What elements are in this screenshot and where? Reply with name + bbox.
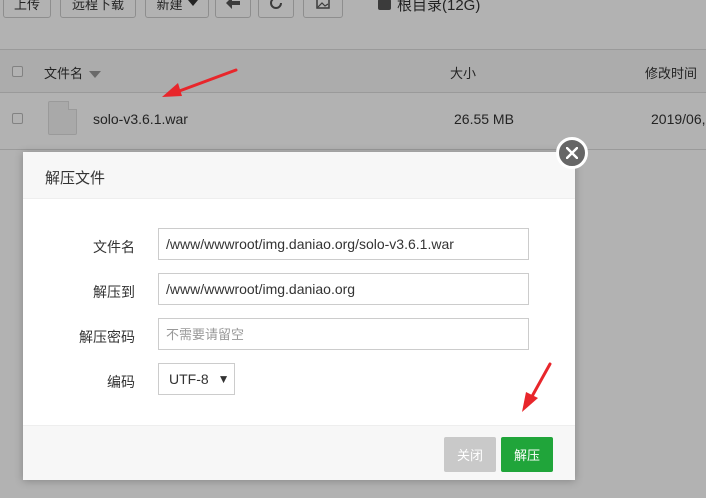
dialog-close-button[interactable] — [556, 137, 588, 169]
extract-button[interactable]: 解压 — [501, 437, 553, 472]
encoding-value: UTF-8 — [169, 371, 209, 387]
encoding-label: 编码 — [107, 374, 135, 390]
extract-dialog: 解压文件 文件名 解压到 解压密码 编码 UTF-8 ▼ 关闭 解压 — [23, 152, 575, 480]
password-label: 解压密码 — [79, 329, 135, 345]
extract-to-input[interactable] — [158, 273, 529, 305]
close-icon — [566, 147, 578, 159]
encoding-select[interactable]: UTF-8 ▼ — [158, 363, 235, 395]
caret-down-icon: ▼ — [217, 372, 230, 386]
close-button[interactable]: 关闭 — [444, 437, 496, 472]
password-input[interactable] — [158, 318, 529, 350]
dialog-footer: 关闭 解压 — [23, 425, 575, 480]
filename-label: 文件名 — [93, 239, 135, 255]
dialog-header: 解压文件 — [23, 152, 575, 199]
annotation-arrow-icon — [522, 362, 552, 412]
dialog-title: 解压文件 — [45, 170, 106, 187]
extract-to-label: 解压到 — [93, 284, 135, 300]
annotation-arrow-icon — [162, 68, 238, 97]
filename-input[interactable] — [158, 228, 529, 260]
